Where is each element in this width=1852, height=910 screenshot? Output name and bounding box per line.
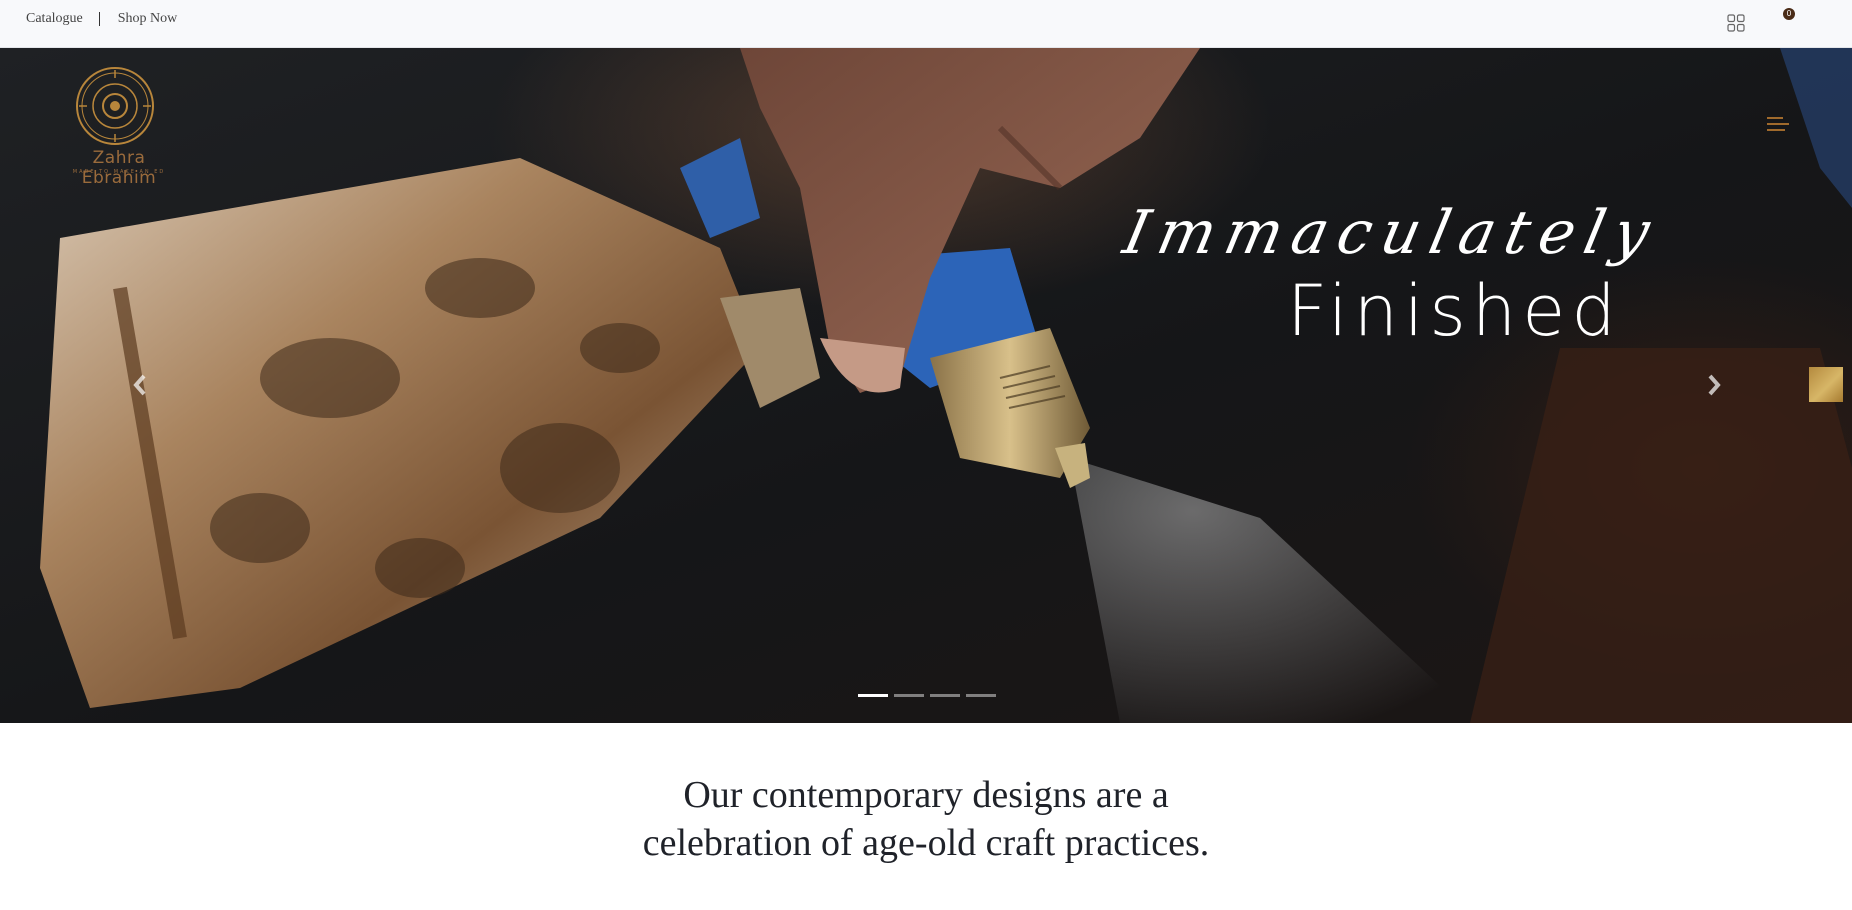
brand-name: Zahra Ebrahim xyxy=(81,148,157,188)
slide-indicator-4[interactable] xyxy=(966,694,996,697)
slide-indicator-2[interactable] xyxy=(894,694,924,697)
hero-headline-main: Finished xyxy=(1287,270,1622,352)
hero-slider: Zahra Ebrahim MADE TO MAKE AN ED Immacul… xyxy=(0,48,1852,723)
intro-line-2: celebration of age-old craft practices. xyxy=(642,822,1210,864)
side-panel-tab[interactable] xyxy=(1809,367,1843,402)
top-bar: Catalogue Shop Now 0 xyxy=(0,0,1852,48)
chevron-left-icon[interactable] xyxy=(128,370,152,400)
intro-statement: Our contemporary designs are a celebrati… xyxy=(0,771,1852,867)
hamburger-menu-icon[interactable] xyxy=(1765,114,1791,134)
top-nav: Catalogue Shop Now xyxy=(26,11,177,27)
slide-indicator-1[interactable] xyxy=(858,694,888,697)
nav-catalogue-link[interactable]: Catalogue xyxy=(26,11,83,27)
hero-spray-gun-image xyxy=(40,48,1852,723)
grid-icon[interactable] xyxy=(1727,14,1745,32)
nav-shop-now-link[interactable]: Shop Now xyxy=(118,11,178,27)
slide-indicators xyxy=(858,694,996,697)
slide-indicator-3[interactable] xyxy=(930,694,960,697)
brand-tagline: MADE TO MAKE AN ED xyxy=(72,169,166,175)
hero-headline-script: Immaculately xyxy=(1117,198,1666,268)
chevron-right-icon[interactable] xyxy=(1702,370,1726,400)
nav-divider xyxy=(98,12,100,26)
intro-line-1: Our contemporary designs are a xyxy=(683,774,1169,816)
cart-count-badge: 0 xyxy=(1783,8,1795,20)
